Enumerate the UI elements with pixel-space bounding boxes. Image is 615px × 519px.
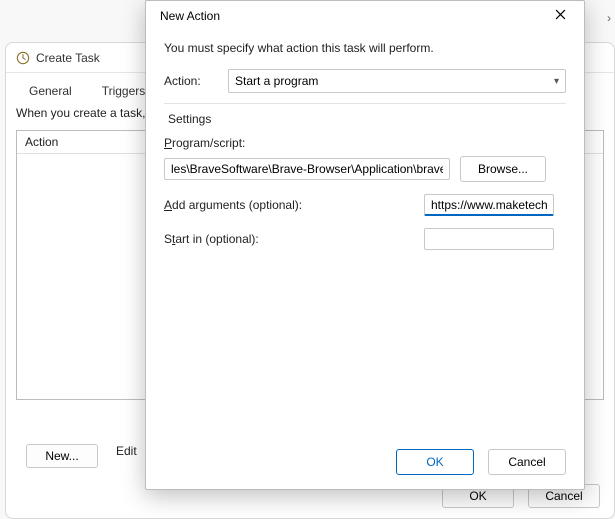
new-action-titlebar: New Action xyxy=(146,1,584,31)
chevron-down-icon: ▾ xyxy=(554,76,559,87)
clock-icon xyxy=(16,51,30,65)
browse-button[interactable]: Browse... xyxy=(460,156,546,182)
new-button[interactable]: New... xyxy=(26,444,98,468)
new-action-dialog: New Action You must specify what action … xyxy=(145,0,585,490)
new-action-cancel-button[interactable]: Cancel xyxy=(488,449,566,475)
action-label: Action: xyxy=(164,74,218,88)
close-icon xyxy=(555,9,566,23)
create-task-title: Create Task xyxy=(36,51,100,65)
close-button[interactable] xyxy=(544,4,576,28)
add-arguments-input[interactable] xyxy=(424,194,554,216)
overflow-chevron-icon[interactable]: › xyxy=(601,4,615,32)
action-select[interactable]: Start a program ▾ xyxy=(228,69,566,93)
new-action-title: New Action xyxy=(160,9,220,23)
tab-general[interactable]: General xyxy=(16,79,85,102)
settings-group-title: Settings xyxy=(168,112,566,126)
edit-button[interactable]: Edit xyxy=(116,444,137,468)
program-script-label: Program/script: xyxy=(164,136,245,150)
add-arguments-label: Add arguments (optional): xyxy=(164,198,414,212)
new-action-ok-button[interactable]: OK xyxy=(396,449,474,475)
new-action-message: You must specify what action this task w… xyxy=(164,41,566,55)
action-select-value: Start a program xyxy=(235,74,318,88)
program-script-input[interactable] xyxy=(164,158,450,180)
start-in-input[interactable] xyxy=(424,228,554,250)
start-in-label: Start in (optional): xyxy=(164,232,414,246)
